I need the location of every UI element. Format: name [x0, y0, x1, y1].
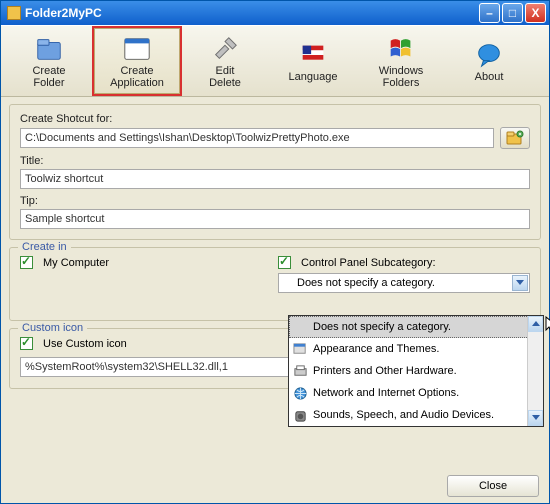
checkbox-label: My Computer [43, 257, 109, 269]
windows-icon [385, 34, 417, 64]
close-button[interactable]: X [525, 3, 546, 23]
minimize-button[interactable]: – [479, 3, 500, 23]
close-window-button[interactable]: Close [447, 475, 539, 497]
title-label: Title: [20, 155, 530, 167]
dropdown-item[interactable]: Sounds, Speech, and Audio Devices. [289, 404, 543, 426]
about-icon [473, 40, 505, 70]
speaker-icon [293, 408, 308, 423]
themes-icon [293, 342, 308, 357]
dropdown-item[interactable]: Appearance and Themes. [289, 338, 543, 360]
dropdown-item[interactable]: Network and Internet Options. [289, 382, 543, 404]
dropdown-scrollbar[interactable] [527, 316, 543, 426]
group-legend: Create in [18, 241, 71, 253]
checkbox-label: Control Panel Subcategory: [301, 257, 436, 269]
dropdown-item[interactable]: Does not specify a category. [289, 316, 543, 338]
button-label: Close [479, 480, 507, 492]
toolbar: CreateFolder CreateApplication EditDelet… [1, 25, 549, 97]
cp-subcategory-dropdown[interactable]: Does not specify a category. Appearance … [288, 315, 544, 427]
printer-icon [293, 364, 308, 379]
toolbar-label: About [475, 71, 504, 83]
wrench-icon [209, 34, 241, 64]
app-window: Folder2MyPC – □ X CreateFolder CreateApp… [0, 0, 550, 504]
toolbar-label: EditDelete [209, 65, 241, 89]
dropdown-label: Printers and Other Hardware. [313, 365, 457, 377]
checkbox-label: Use Custom icon [43, 338, 127, 350]
toolbar-create-application[interactable]: CreateApplication [94, 28, 180, 94]
maximize-button[interactable]: □ [502, 3, 523, 23]
toolbar-about[interactable]: About [446, 28, 532, 94]
folder-icon [33, 34, 65, 64]
titlebar: Folder2MyPC – □ X [1, 1, 549, 25]
dropdown-label: Does not specify a category. [313, 321, 451, 333]
window-title: Folder2MyPC [25, 6, 477, 20]
group-legend: Custom icon [18, 322, 87, 334]
toolbar-windows-folders[interactable]: WindowsFolders [358, 28, 444, 94]
toolbar-label: WindowsFolders [379, 65, 424, 89]
toolbar-label: Language [289, 71, 338, 83]
flag-icon [297, 40, 329, 70]
title-input[interactable] [20, 169, 530, 189]
blank-icon [293, 320, 308, 335]
dropdown-label: Network and Internet Options. [313, 387, 459, 399]
chevron-down-icon[interactable] [512, 275, 528, 291]
toolbar-language[interactable]: Language [270, 28, 356, 94]
tip-label: Tip: [20, 195, 530, 207]
shortcut-group: Create Shotcut for: Title: Tip: [9, 104, 541, 240]
app-icon [7, 6, 21, 20]
toolbar-edit-delete[interactable]: EditDelete [182, 28, 268, 94]
checkbox-icon [278, 256, 291, 269]
mouse-cursor-icon [545, 316, 550, 336]
dropdown-label: Appearance and Themes. [313, 343, 439, 355]
cp-subcategory-checkbox[interactable]: Control Panel Subcategory: [278, 256, 530, 269]
checkbox-icon [20, 256, 33, 269]
toolbar-create-folder[interactable]: CreateFolder [6, 28, 92, 94]
browse-button[interactable] [500, 127, 530, 149]
folder-open-icon [506, 130, 524, 146]
scroll-down-button[interactable] [528, 410, 543, 426]
create-in-group: Create in My Computer Control Panel Subc… [9, 247, 541, 321]
application-icon [121, 34, 153, 64]
cp-subcategory-combo[interactable]: Does not specify a category. [278, 273, 530, 293]
network-icon [293, 386, 308, 401]
tip-input[interactable] [20, 209, 530, 229]
shortcut-for-label: Create Shotcut for: [20, 113, 530, 125]
dropdown-item[interactable]: Printers and Other Hardware. [289, 360, 543, 382]
combo-selected: Does not specify a category. [297, 277, 435, 289]
dropdown-label: Sounds, Speech, and Audio Devices. [313, 409, 494, 421]
scroll-up-button[interactable] [528, 316, 543, 332]
checkbox-icon [20, 337, 33, 350]
toolbar-label: CreateFolder [32, 65, 65, 89]
my-computer-checkbox[interactable]: My Computer [20, 256, 272, 269]
toolbar-label: CreateApplication [110, 65, 164, 89]
shortcut-path-input[interactable] [20, 128, 494, 148]
